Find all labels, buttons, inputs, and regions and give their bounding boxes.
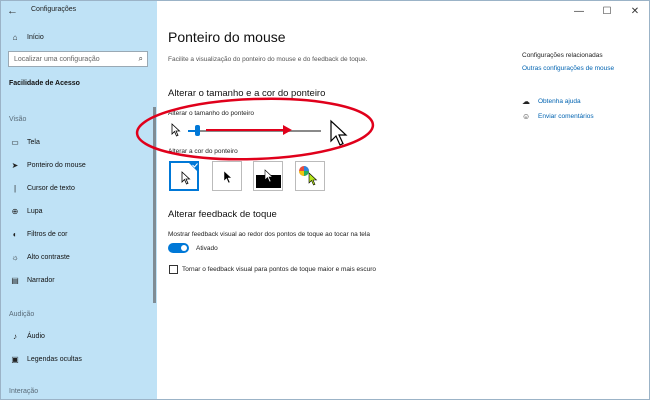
touch-section-title: Alterar feedback de toque xyxy=(168,209,277,220)
narrator-icon: ▤ xyxy=(11,275,19,285)
settings-window: ← Configurações ⌂ Início Localizar uma c… xyxy=(0,0,650,400)
sidebar-item-label: Cursor de texto xyxy=(27,184,75,192)
mouse-pointer-icon: ➤ xyxy=(11,160,19,170)
text-cursor-icon: | xyxy=(13,183,17,193)
section-heading: Facilidade de Acesso xyxy=(9,80,80,87)
size-color-section-title: Alterar o tamanho e a cor do ponteiro xyxy=(168,88,326,99)
sidebar-item-label: Áudio xyxy=(27,332,45,340)
sidebar-item-display[interactable]: ▭ Tela xyxy=(1,131,157,153)
sidebar-item-label: Filtros de cor xyxy=(27,230,68,238)
get-help-link[interactable]: ☁ Obtenha ajuda xyxy=(522,97,581,106)
pointer-size-slider[interactable] xyxy=(188,130,321,132)
color-option-white[interactable] xyxy=(169,161,199,191)
sidebar: ← Configurações ⌂ Início Localizar uma c… xyxy=(1,1,157,399)
sidebar-item-narrator[interactable]: ▤ Narrador xyxy=(1,269,157,291)
minimize-icon[interactable]: — xyxy=(565,1,593,21)
page-subtitle: Facilite a visualização do ponteiro do m… xyxy=(168,56,368,63)
inverted-pointer-icon xyxy=(264,169,274,183)
sidebar-item-label: Ponteiro do mouse xyxy=(27,161,86,169)
sidebar-item-label: Lupa xyxy=(27,207,43,215)
monitor-icon: ▭ xyxy=(11,137,19,147)
maximize-icon[interactable]: ☐ xyxy=(593,1,621,21)
large-pointer-icon xyxy=(330,119,348,146)
feedback-link-text: Enviar comentários xyxy=(538,113,594,120)
search-placeholder: Localizar uma configuração xyxy=(14,55,100,63)
color-filter-icon: ◐ xyxy=(12,229,18,239)
selected-check-icon xyxy=(187,161,199,173)
window-controls: — ☐ ✕ xyxy=(565,1,649,21)
custom-pointer-icon xyxy=(308,172,318,186)
sidebar-item-magnifier[interactable]: ⊕ Lupa xyxy=(1,200,157,222)
related-settings-title: Configurações relacionadas xyxy=(522,52,603,59)
speaker-icon: ♪ xyxy=(13,331,17,341)
sidebar-item-label: Início xyxy=(27,33,44,41)
sidebar-item-mouse-pointer[interactable]: ➤ Ponteiro do mouse xyxy=(1,154,157,176)
page-title: Ponteiro do mouse xyxy=(168,29,286,45)
color-option-black[interactable] xyxy=(212,161,242,191)
touch-toggle-label: Mostrar feedback visual ao redor dos pon… xyxy=(168,231,370,238)
sidebar-item-label: Tela xyxy=(27,138,40,146)
help-link-text: Obtenha ajuda xyxy=(538,98,581,105)
color-option-custom[interactable] xyxy=(295,161,325,191)
search-icon[interactable]: ⌕ xyxy=(139,54,143,64)
captions-icon: ▣ xyxy=(11,354,19,364)
close-icon[interactable]: ✕ xyxy=(621,1,649,21)
sidebar-scrollbar[interactable] xyxy=(153,107,156,303)
group-vision: Visão xyxy=(9,116,27,123)
sidebar-item-text-cursor[interactable]: | Cursor de texto xyxy=(1,177,157,199)
search-input[interactable]: Localizar uma configuração ⌕ xyxy=(8,51,148,67)
sidebar-item-high-contrast[interactable]: ☼ Alto contraste xyxy=(1,246,157,268)
help-icon: ☁ xyxy=(522,97,530,106)
sidebar-item-label: Alto contraste xyxy=(27,253,70,261)
checkbox-label: Tornar o feedback visual para pontos de … xyxy=(182,266,377,273)
white-pointer-icon xyxy=(181,171,191,185)
sidebar-item-color-filters[interactable]: ◐ Filtros de cor xyxy=(1,223,157,245)
back-arrow-icon[interactable]: ← xyxy=(7,5,18,17)
magnifier-icon: ⊕ xyxy=(11,206,19,216)
sidebar-item-captions[interactable]: ▣ Legendas ocultas xyxy=(1,348,157,370)
group-interaction: Interação xyxy=(9,388,39,395)
pointer-size-label: Alterar o tamanho do ponteiro xyxy=(168,110,254,117)
pointer-color-label: Alterar a cor do ponteiro xyxy=(168,148,238,155)
darker-feedback-checkbox[interactable] xyxy=(169,265,178,274)
home-icon: ⌂ xyxy=(12,32,18,42)
small-pointer-icon xyxy=(171,123,181,137)
sidebar-item-label: Legendas ocultas xyxy=(27,355,82,363)
group-hearing: Audição xyxy=(9,311,35,318)
sidebar-item-home[interactable]: ⌂ Início xyxy=(1,26,157,48)
toggle-state-text: Ativado xyxy=(196,245,218,252)
black-pointer-icon xyxy=(223,170,233,184)
sidebar-item-label: Narrador xyxy=(27,276,55,284)
pointer-size-slider-thumb[interactable] xyxy=(195,125,200,136)
app-title: Configurações xyxy=(31,6,77,13)
other-mouse-settings-link[interactable]: Outras configurações de mouse xyxy=(522,65,614,72)
color-option-inverted[interactable] xyxy=(253,161,283,191)
contrast-icon: ☼ xyxy=(11,252,19,262)
touch-feedback-toggle[interactable] xyxy=(168,243,189,253)
feedback-icon: ☺ xyxy=(522,112,531,121)
sidebar-item-audio[interactable]: ♪ Áudio xyxy=(1,325,157,347)
send-feedback-link[interactable]: ☺ Enviar comentários xyxy=(522,112,594,121)
